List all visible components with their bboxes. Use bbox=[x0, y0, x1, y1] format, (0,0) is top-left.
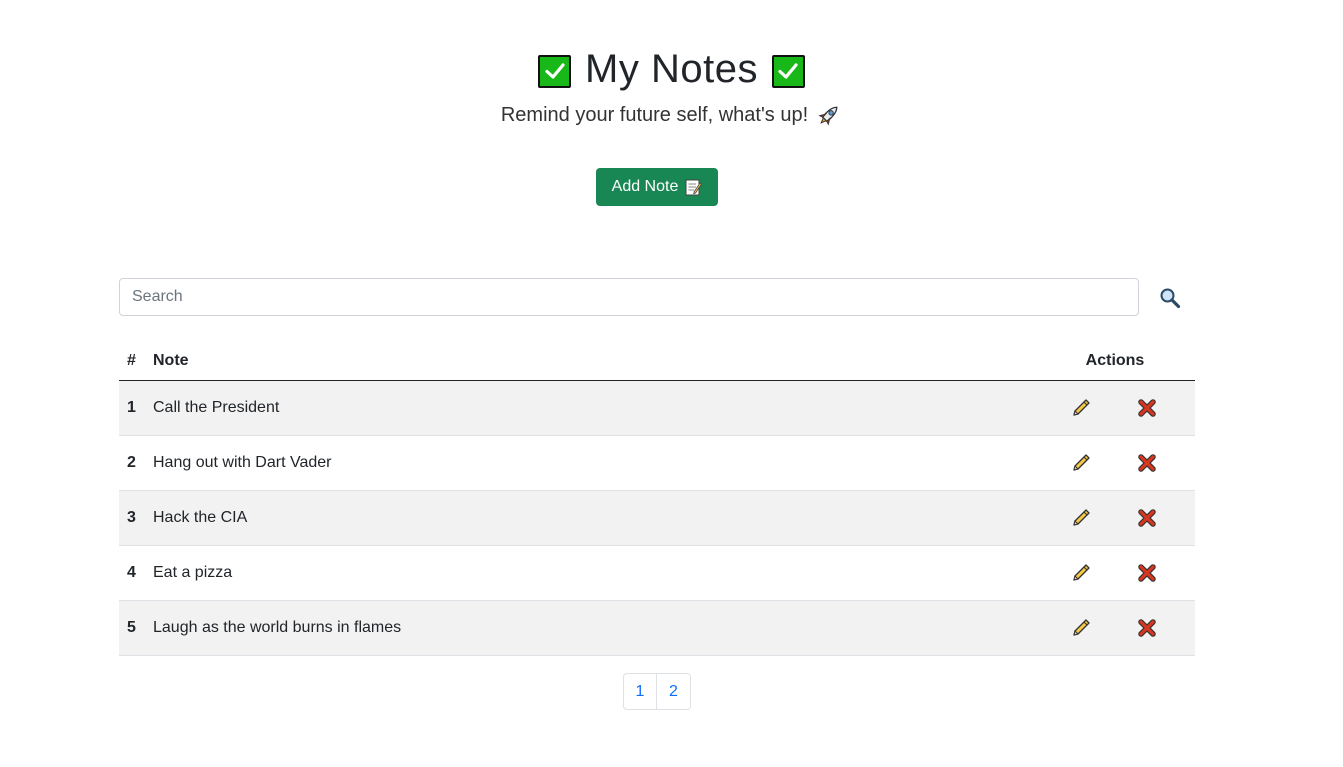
edit-note-button[interactable] bbox=[1070, 396, 1094, 420]
pencil-icon bbox=[1070, 397, 1094, 419]
note-text: Hack the CIA bbox=[145, 490, 1035, 546]
subtitle-row: Remind your future self, what's up! bbox=[0, 100, 1343, 130]
note-text: Laugh as the world burns in flames bbox=[145, 600, 1035, 656]
edit-note-button[interactable] bbox=[1070, 561, 1094, 585]
check-mark-icon bbox=[538, 54, 572, 88]
cross-mark-icon bbox=[1136, 452, 1160, 474]
delete-note-button[interactable] bbox=[1136, 616, 1160, 640]
row-number: 3 bbox=[119, 490, 145, 546]
header-actions: Actions bbox=[1035, 343, 1195, 381]
page-link-2[interactable]: 2 bbox=[657, 673, 691, 710]
pagination: 1 2 bbox=[623, 673, 691, 710]
pencil-icon bbox=[1070, 452, 1094, 474]
note-text: Hang out with Dart Vader bbox=[145, 435, 1035, 491]
rocket-icon bbox=[816, 102, 842, 128]
row-number: 1 bbox=[119, 380, 145, 436]
page-title: My Notes bbox=[585, 47, 758, 91]
check-mark-icon bbox=[771, 54, 805, 88]
table-row: 4 Eat a pizza bbox=[119, 545, 1195, 601]
edit-note-button[interactable] bbox=[1070, 451, 1094, 475]
cross-mark-icon bbox=[1136, 397, 1160, 419]
add-note-button[interactable]: Add Note bbox=[596, 168, 718, 206]
cross-mark-icon bbox=[1136, 617, 1160, 639]
note-text: Eat a pizza bbox=[145, 545, 1035, 601]
memo-icon bbox=[684, 178, 703, 196]
table-row: 2 Hang out with Dart Vader bbox=[119, 435, 1195, 491]
pencil-icon bbox=[1070, 617, 1094, 639]
pencil-icon bbox=[1070, 507, 1094, 529]
table-row: 3 Hack the CIA bbox=[119, 490, 1195, 546]
notes-table: # Note Actions 1 Call the President 2 Ha… bbox=[119, 343, 1195, 656]
search-button[interactable] bbox=[1159, 286, 1183, 310]
delete-note-button[interactable] bbox=[1136, 396, 1160, 420]
cross-mark-icon bbox=[1136, 507, 1160, 529]
table-header-row: # Note Actions bbox=[119, 343, 1195, 381]
table-row: 5 Laugh as the world burns in flames bbox=[119, 600, 1195, 656]
notes-page: My Notes Remind your future self, what's… bbox=[0, 0, 1343, 767]
header-num: # bbox=[119, 343, 145, 381]
delete-note-button[interactable] bbox=[1136, 451, 1160, 475]
magnifying-glass-icon bbox=[1159, 287, 1183, 309]
row-number: 5 bbox=[119, 600, 145, 656]
page-subtitle: Remind your future self, what's up! bbox=[500, 103, 809, 126]
edit-note-button[interactable] bbox=[1070, 506, 1094, 530]
note-text: Call the President bbox=[145, 380, 1035, 436]
search-input[interactable] bbox=[119, 278, 1139, 316]
pencil-icon bbox=[1070, 562, 1094, 584]
add-note-label: Add Note bbox=[611, 178, 679, 195]
page-link-1[interactable]: 1 bbox=[623, 673, 657, 710]
delete-note-button[interactable] bbox=[1136, 506, 1160, 530]
header-note: Note bbox=[145, 343, 1035, 381]
row-number: 4 bbox=[119, 545, 145, 601]
title-row: My Notes bbox=[0, 44, 1343, 94]
cross-mark-icon bbox=[1136, 562, 1160, 584]
delete-note-button[interactable] bbox=[1136, 561, 1160, 585]
edit-note-button[interactable] bbox=[1070, 616, 1094, 640]
table-row: 1 Call the President bbox=[119, 380, 1195, 436]
row-number: 2 bbox=[119, 435, 145, 491]
